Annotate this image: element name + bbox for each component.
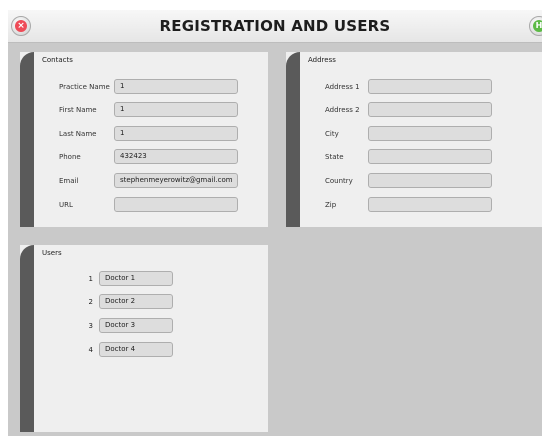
address-panel-title: Address xyxy=(308,56,336,64)
address-2-label: Address 2 xyxy=(325,106,360,114)
email-field[interactable]: stephenmeyerowitz@gmail.com xyxy=(114,173,238,188)
phone-field[interactable]: 432423 xyxy=(114,149,238,164)
user-number: 3 xyxy=(88,322,93,330)
users-panel-title: Users xyxy=(42,249,62,257)
email-label: Email xyxy=(59,177,79,185)
country-field[interactable] xyxy=(368,173,492,188)
contacts-panel-title: Contacts xyxy=(42,56,73,64)
contacts-panel: Contacts Practice Name 1 First Name 1 La… xyxy=(20,52,268,227)
url-label: URL xyxy=(59,201,73,209)
contacts-panel-strip xyxy=(20,52,34,227)
city-label: City xyxy=(325,130,339,138)
address-1-label: Address 1 xyxy=(325,83,360,91)
first-name-field[interactable]: 1 xyxy=(114,102,238,117)
practice-name-field[interactable]: 1 xyxy=(114,79,238,94)
user-number: 4 xyxy=(88,346,93,354)
users-panel-strip xyxy=(20,245,34,432)
first-name-label: First Name xyxy=(59,106,97,114)
address-2-field[interactable] xyxy=(368,102,492,117)
user-field-doctor-3[interactable]: Doctor 3 xyxy=(99,318,173,333)
address-panel-strip xyxy=(286,52,300,227)
close-icon: × xyxy=(15,20,27,32)
users-panel: Users 1 Doctor 1 2 Doctor 2 3 Doctor 3 4… xyxy=(20,245,268,432)
last-name-field[interactable]: 1 xyxy=(114,126,238,141)
url-field[interactable] xyxy=(114,197,238,212)
state-field[interactable] xyxy=(368,149,492,164)
user-field-doctor-4[interactable]: Doctor 4 xyxy=(99,342,173,357)
state-label: State xyxy=(325,153,344,161)
user-number: 1 xyxy=(88,275,93,283)
zip-field[interactable] xyxy=(368,197,492,212)
close-button[interactable]: × xyxy=(11,16,31,36)
city-field[interactable] xyxy=(368,126,492,141)
last-name-label: Last Name xyxy=(59,130,97,138)
user-field-doctor-2[interactable]: Doctor 2 xyxy=(99,294,173,309)
home-button[interactable]: H xyxy=(529,16,542,36)
title-bar: REGISTRATION AND USERS × H xyxy=(8,10,542,43)
country-label: Country xyxy=(325,177,353,185)
page-title: REGISTRATION AND USERS xyxy=(159,17,391,35)
practice-name-label: Practice Name xyxy=(59,83,110,91)
user-number: 2 xyxy=(88,298,93,306)
zip-label: Zip xyxy=(325,201,337,209)
phone-label: Phone xyxy=(59,153,81,161)
home-icon: H xyxy=(533,20,542,32)
address-panel: Address Address 1 Address 2 City State C… xyxy=(286,52,542,227)
user-field-doctor-1[interactable]: Doctor 1 xyxy=(99,271,173,286)
address-1-field[interactable] xyxy=(368,79,492,94)
